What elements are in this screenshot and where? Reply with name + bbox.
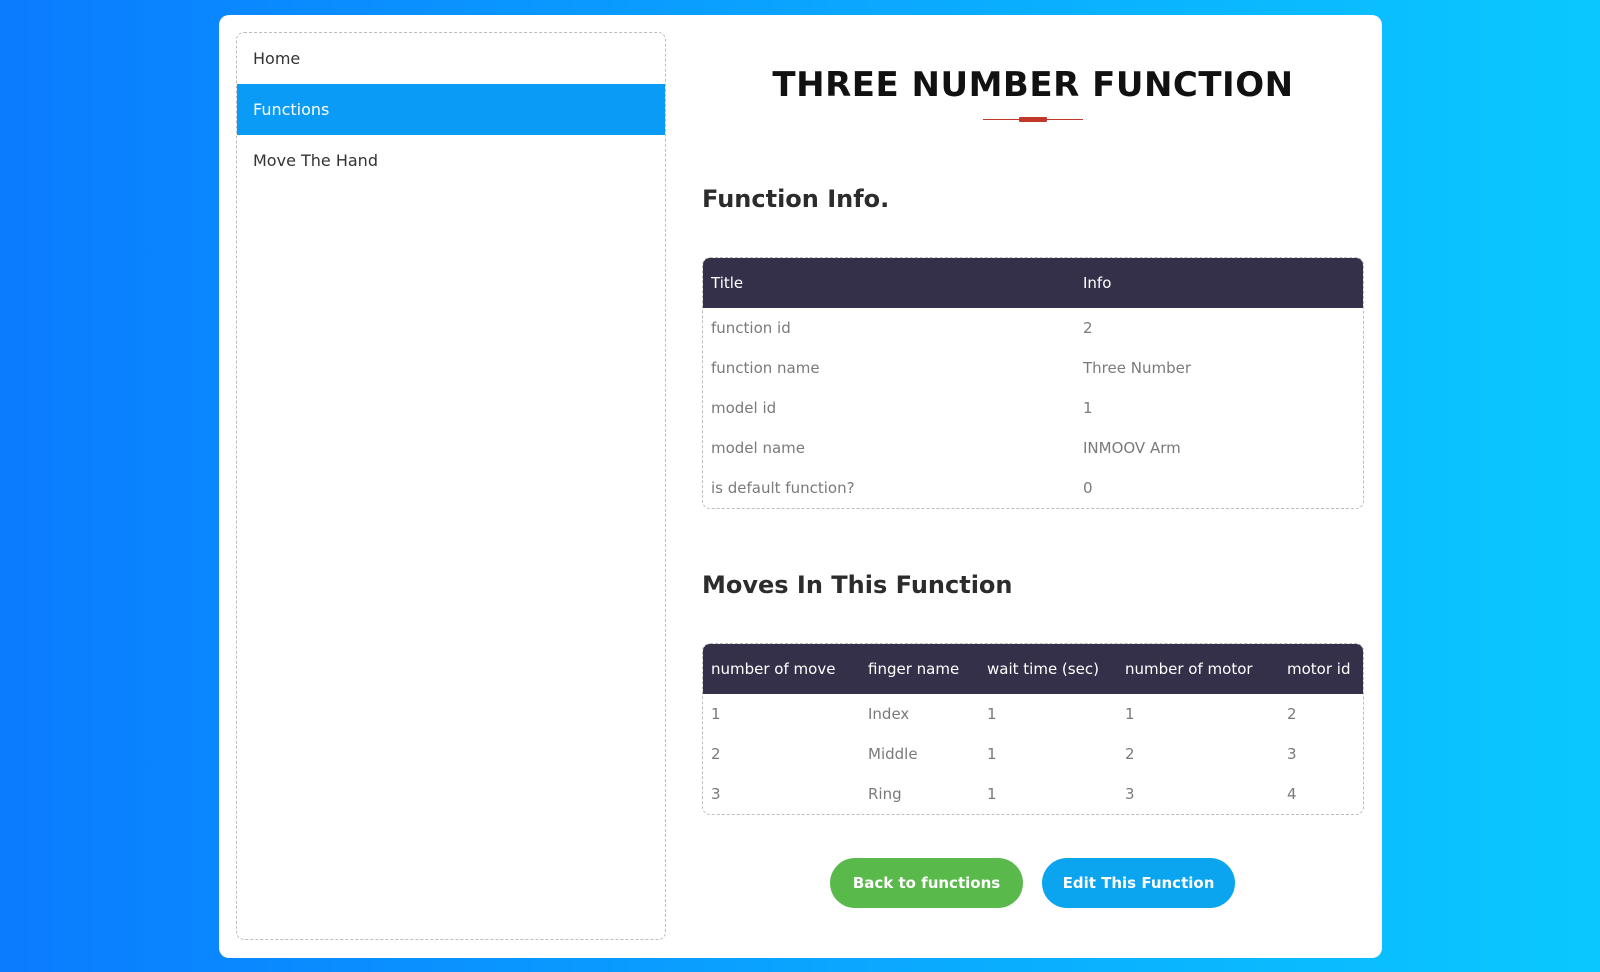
move-number-cell: 2: [711, 745, 721, 763]
table-row: 2 Middle 1 2 3: [703, 734, 1363, 774]
moves-table: number of move finger name wait time (se…: [702, 643, 1364, 815]
motor-id-cell: 4: [1287, 785, 1297, 803]
column-header-number-of-motor: number of motor: [1125, 660, 1253, 678]
table-header: number of move finger name wait time (se…: [703, 644, 1363, 694]
wait-time-cell: 1: [987, 705, 997, 723]
page-title: THREE NUMBER FUNCTION: [702, 65, 1364, 105]
page-title-light: FUNCTION: [1092, 65, 1294, 105]
info-title-cell: function id: [711, 319, 791, 337]
info-value-cell: 0: [1083, 479, 1093, 497]
info-value-cell: INMOOV Arm: [1083, 439, 1181, 457]
sidebar-item-functions[interactable]: Functions: [237, 84, 665, 135]
finger-name-cell: Middle: [868, 745, 918, 763]
move-number-cell: 1: [711, 705, 721, 723]
function-info-heading: Function Info.: [702, 185, 890, 213]
motor-number-cell: 1: [1125, 705, 1135, 723]
sidebar-item-label: Home: [253, 49, 301, 68]
divider-bar: [1019, 117, 1047, 122]
sidebar: Home Functions Move The Hand: [236, 32, 666, 940]
column-header-title: Title: [711, 274, 744, 292]
title-divider: [983, 117, 1083, 123]
move-number-cell: 3: [711, 785, 721, 803]
sidebar-item-label: Functions: [253, 100, 330, 119]
sidebar-item-move-the-hand[interactable]: Move The Hand: [237, 135, 665, 186]
column-header-wait-time: wait time (sec): [987, 660, 1099, 678]
column-header-number-of-move: number of move: [711, 660, 836, 678]
column-header-finger-name: finger name: [868, 660, 960, 678]
motor-id-cell: 3: [1287, 745, 1297, 763]
moves-heading: Moves In This Function: [702, 571, 1013, 599]
table-row: model id 1: [703, 388, 1363, 428]
finger-name-cell: Index: [868, 705, 910, 723]
table-row: 1 Index 1 1 2: [703, 694, 1363, 734]
main-content: THREE NUMBER FUNCTION Function Info. Tit…: [702, 15, 1364, 815]
motor-id-cell: 2: [1287, 705, 1297, 723]
column-header-motor-id: motor id: [1287, 660, 1351, 678]
page-title-bold: THREE NUMBER: [772, 65, 1080, 105]
content-card: Home Functions Move The Hand THREE NUMBE…: [219, 15, 1382, 958]
edit-function-button[interactable]: Edit This Function: [1042, 858, 1235, 908]
motor-number-cell: 3: [1125, 785, 1135, 803]
table-header: Title Info: [703, 258, 1363, 308]
info-value-cell: 1: [1083, 399, 1093, 417]
table-row: is default function? 0: [703, 468, 1363, 508]
motor-number-cell: 2: [1125, 745, 1135, 763]
column-header-info: Info: [1083, 274, 1112, 292]
wait-time-cell: 1: [987, 745, 997, 763]
table-row: function id 2: [703, 308, 1363, 348]
function-info-table: Title Info function id 2 function name T…: [702, 257, 1364, 509]
info-value-cell: 2: [1083, 319, 1093, 337]
sidebar-item-label: Move The Hand: [253, 151, 378, 170]
table-row: 3 Ring 1 3 4: [703, 774, 1363, 814]
finger-name-cell: Ring: [868, 785, 902, 803]
table-row: function name Three Number: [703, 348, 1363, 388]
info-title-cell: is default function?: [711, 479, 855, 497]
info-title-cell: function name: [711, 359, 820, 377]
sidebar-item-home[interactable]: Home: [237, 33, 665, 84]
info-title-cell: model id: [711, 399, 777, 417]
wait-time-cell: 1: [987, 785, 997, 803]
table-row: model name INMOOV Arm: [703, 428, 1363, 468]
back-to-functions-button[interactable]: Back to functions: [830, 858, 1023, 908]
info-title-cell: model name: [711, 439, 806, 457]
info-value-cell: Three Number: [1083, 359, 1191, 377]
